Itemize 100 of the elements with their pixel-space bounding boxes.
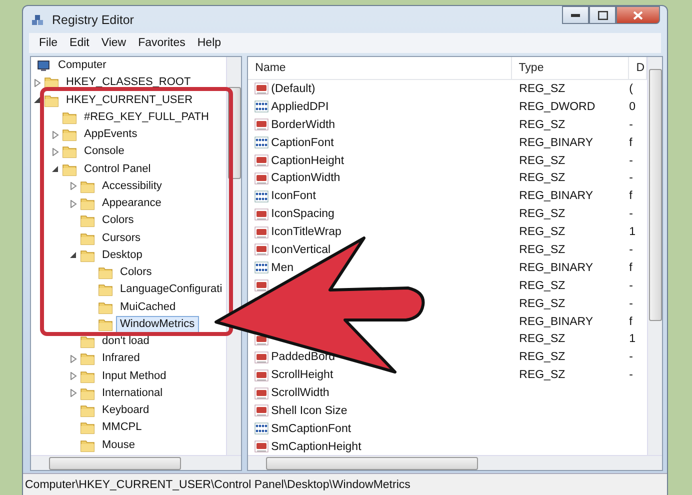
string-value-icon xyxy=(254,118,270,132)
maximize-button[interactable] xyxy=(589,6,616,24)
menu-item[interactable]: Edit xyxy=(64,37,96,49)
tree-item[interactable]: International xyxy=(98,384,167,402)
value-data: f xyxy=(629,262,632,274)
menu-item[interactable]: Help xyxy=(191,37,228,49)
value-name[interactable]: CaptionFont xyxy=(271,136,512,149)
binary-value-icon xyxy=(254,422,270,436)
horizontal-scrollbar[interactable] xyxy=(248,455,662,470)
computer-icon xyxy=(37,60,50,72)
value-name[interactable]: IconFont xyxy=(271,190,512,202)
value-name[interactable]: IconVertical xyxy=(271,244,512,256)
folder-icon xyxy=(62,110,77,124)
column-header[interactable]: Type xyxy=(512,57,630,79)
expand-arrow-icon[interactable] xyxy=(70,354,77,363)
value-type: REG_SZ xyxy=(519,208,566,220)
tree-item[interactable]: MMCPL xyxy=(98,419,146,436)
value-name[interactable]: CaptionHeight xyxy=(271,154,512,166)
value-name[interactable]: BorderWidth xyxy=(271,118,512,131)
value-name[interactable]: Shell Icon Size xyxy=(271,404,512,417)
folder-icon xyxy=(80,421,95,434)
folder-icon xyxy=(62,128,77,142)
value-type: REG_SZ xyxy=(519,172,566,184)
string-value-icon xyxy=(254,386,270,400)
tree-item[interactable]: Appearance xyxy=(98,195,166,212)
value-name[interactable]: IconTitleWrap xyxy=(271,226,512,238)
tree-item[interactable]: Keyboard xyxy=(98,402,154,420)
tree-item[interactable]: Desktop xyxy=(98,246,146,264)
tree-item[interactable]: Colors xyxy=(116,264,156,282)
folder-icon xyxy=(80,438,95,452)
menu-item[interactable]: File xyxy=(33,37,64,49)
tree-item[interactable]: MuiCached xyxy=(116,298,180,316)
value-type: REG_SZ xyxy=(519,280,566,292)
string-value-icon xyxy=(254,368,270,382)
value-name[interactable]: ScrollHeight xyxy=(271,369,512,382)
string-value-icon xyxy=(254,243,270,256)
value-name[interactable]: Men xyxy=(271,262,512,274)
value-data: - xyxy=(629,280,633,292)
expand-arrow-icon[interactable] xyxy=(52,130,59,139)
value-type: REG_BINARY xyxy=(519,316,594,328)
value-name[interactable]: ScrollWidth xyxy=(271,387,512,400)
folder-icon xyxy=(80,180,95,193)
column-header[interactable]: Name xyxy=(248,57,512,79)
folder-icon xyxy=(80,352,95,366)
menu-item[interactable]: View xyxy=(95,37,132,49)
tree-item[interactable]: Accessibility xyxy=(98,178,166,195)
folder-icon xyxy=(62,145,77,158)
folder-icon xyxy=(98,266,113,280)
tree-item[interactable]: HKEY_CLASSES_ROOT xyxy=(62,74,195,92)
collapse-arrow-icon[interactable] xyxy=(52,165,59,174)
string-value-icon xyxy=(254,172,270,185)
close-button[interactable] xyxy=(616,6,660,24)
collapse-arrow-icon[interactable] xyxy=(34,96,41,104)
minimize-button[interactable] xyxy=(562,6,589,24)
expand-arrow-icon[interactable] xyxy=(34,78,41,87)
tree-item[interactable]: don't load xyxy=(98,333,154,350)
collapse-arrow-icon[interactable] xyxy=(70,251,77,260)
value-name[interactable]: AppliedDPI xyxy=(271,100,512,113)
expand-arrow-icon[interactable] xyxy=(70,372,77,380)
window-title: Registry Editor xyxy=(52,12,134,26)
folder-icon xyxy=(80,248,95,262)
tree-item[interactable]: #REG_KEY_FULL_PATH xyxy=(80,108,213,126)
tree-item[interactable]: LanguageConfigurati xyxy=(116,281,226,298)
tree-item[interactable]: Colors xyxy=(98,212,138,230)
expand-arrow-icon[interactable] xyxy=(70,182,77,190)
expand-arrow-icon[interactable] xyxy=(52,148,59,156)
value-name[interactable]: CaptionWidth xyxy=(271,172,512,184)
tree-item[interactable]: Computer xyxy=(54,57,110,74)
value-name[interactable]: IconSpacing xyxy=(271,208,512,220)
tree-item[interactable]: Console xyxy=(80,143,128,160)
value-name[interactable]: (Default) xyxy=(271,82,512,95)
tree-item[interactable]: Infrared xyxy=(98,350,144,368)
maximize-icon xyxy=(598,10,608,20)
tree-item[interactable]: HKEY_CURRENT_USER xyxy=(62,92,197,109)
folder-icon xyxy=(98,283,113,296)
tree-item[interactable]: WindowMetrics xyxy=(116,316,199,333)
expand-arrow-icon[interactable] xyxy=(70,200,77,208)
close-icon xyxy=(633,10,643,20)
folder-icon xyxy=(80,404,95,418)
binary-value-icon xyxy=(254,190,270,203)
tree-item[interactable]: Control Panel xyxy=(80,160,155,178)
tree-item[interactable]: Cursors xyxy=(98,230,145,247)
tree-item[interactable]: Input Method xyxy=(98,368,170,385)
vertical-scrollbar[interactable] xyxy=(647,57,662,455)
expand-arrow-icon[interactable] xyxy=(70,389,77,398)
menu-item[interactable]: Favorites xyxy=(132,37,192,49)
value-type: REG_BINARY xyxy=(519,136,594,149)
status-bar: Computer\HKEY_CURRENT_USER\Control Panel\Desktop\WindowMetrics xyxy=(23,473,667,495)
value-type: REG_SZ xyxy=(519,369,566,382)
tree-item[interactable]: AppEvents xyxy=(80,126,142,144)
horizontal-scrollbar[interactable] xyxy=(31,455,242,470)
value-data: 0 xyxy=(629,100,636,113)
value-name[interactable]: SmCaptionHeight xyxy=(271,440,512,453)
string-value-icon xyxy=(254,226,270,239)
minimize-icon xyxy=(571,14,580,16)
tree-item[interactable]: Mouse xyxy=(98,436,140,454)
value-name[interactable]: SmCaptionFont xyxy=(271,422,512,435)
folder-icon xyxy=(80,232,95,245)
string-value-icon xyxy=(254,154,270,167)
value-type: REG_SZ xyxy=(519,351,566,364)
